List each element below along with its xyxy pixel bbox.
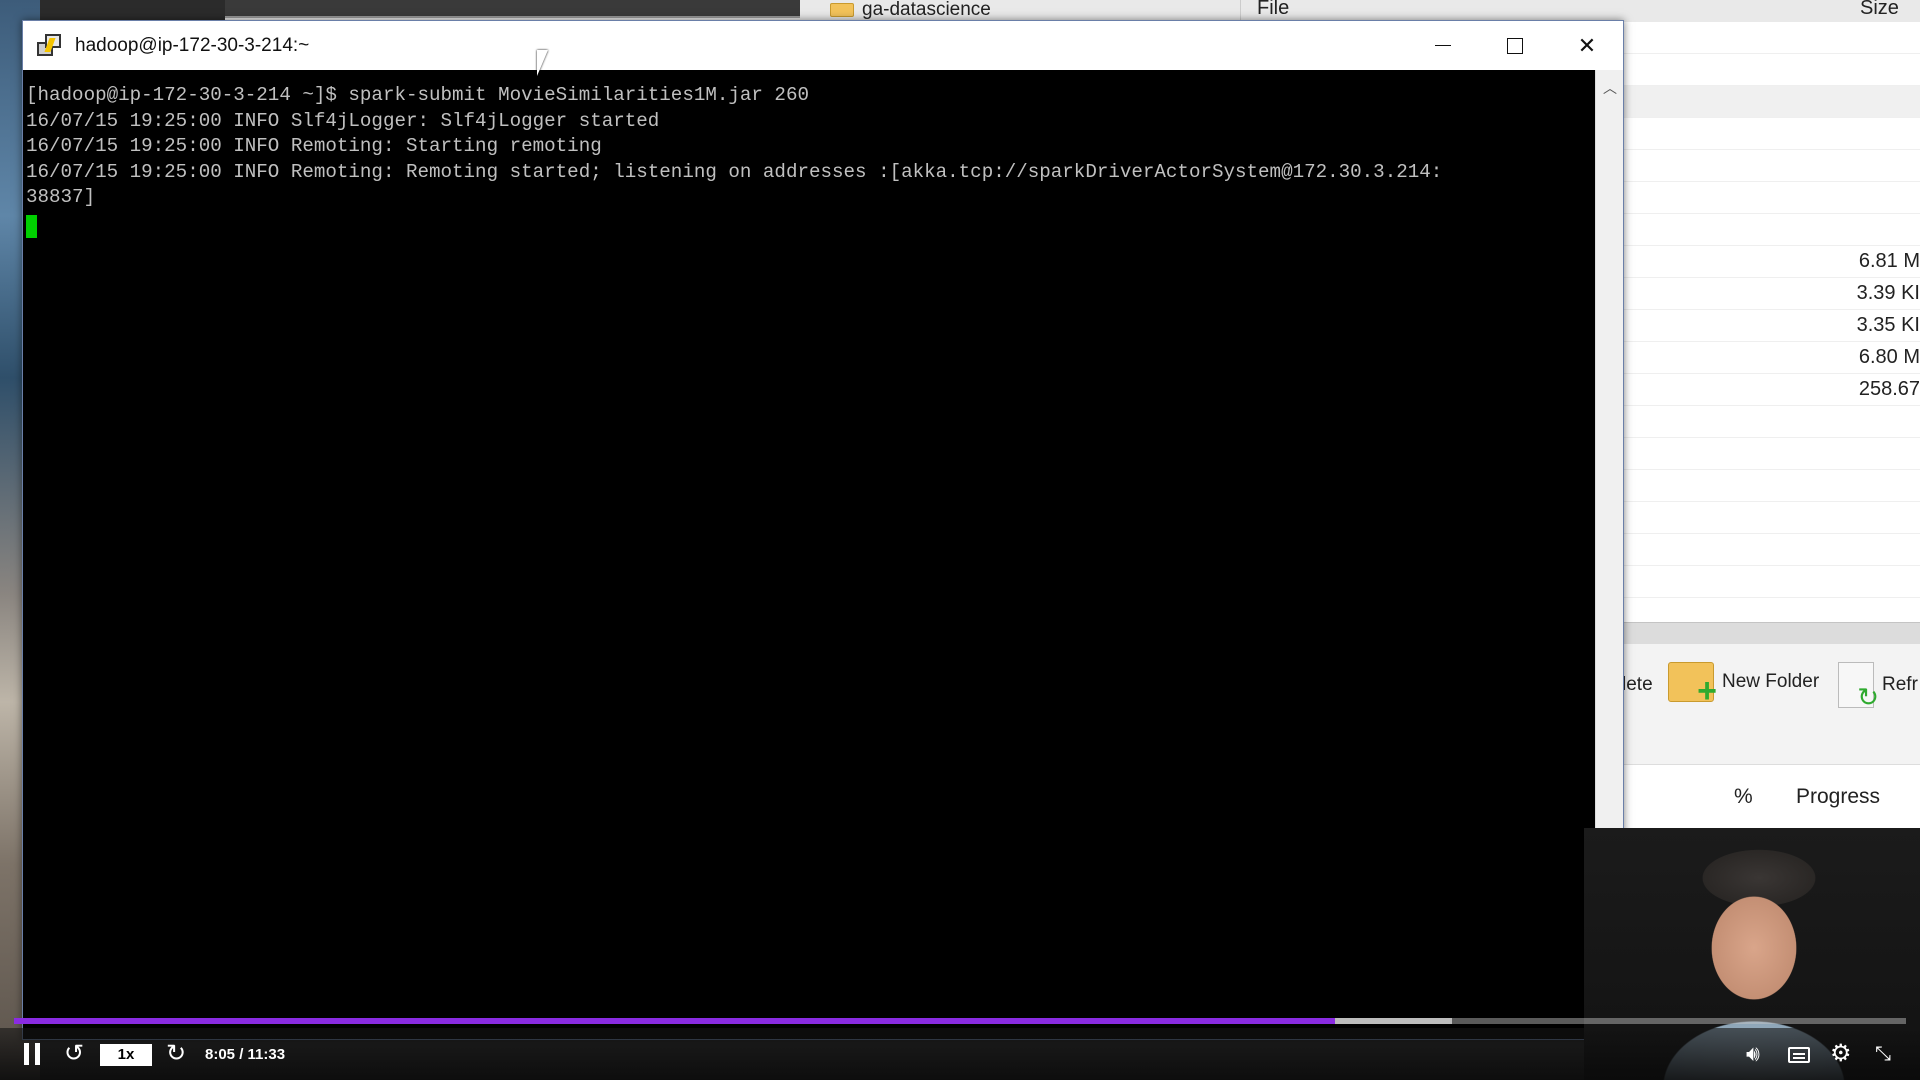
list-item[interactable] — [1620, 182, 1920, 214]
terminal-line: 16/07/15 19:25:00 INFO Remoting: Startin… — [26, 135, 602, 157]
video-progress-bar[interactable] — [14, 1018, 1906, 1024]
putty-window[interactable]: hadoop@ip-172-30-3-214:~ ✕ [hadoop@ip-17… — [22, 20, 1624, 1040]
file-column-header[interactable]: File — [1240, 0, 1660, 20]
file-size: 6.80 M — [1858, 346, 1920, 368]
list-item[interactable]: 6.81 M — [1620, 246, 1920, 278]
list-item[interactable] — [1620, 438, 1920, 470]
folder-label: ga-datascience — [862, 0, 991, 20]
queue-header: % Progress — [1620, 764, 1920, 830]
horizontal-scrollbar[interactable] — [1620, 622, 1920, 644]
progress-column-header[interactable]: Progress — [1796, 785, 1880, 809]
minimize-icon — [1435, 45, 1451, 46]
file-toolbar: lete New Folder Refr — [1620, 644, 1920, 764]
list-item[interactable] — [1620, 534, 1920, 566]
delete-label: lete — [1622, 674, 1653, 695]
mouse-pointer-icon — [537, 50, 548, 76]
captions-icon[interactable] — [1788, 1047, 1810, 1063]
terminal-line: 38837] — [26, 186, 96, 208]
list-item[interactable] — [1620, 150, 1920, 182]
terminal-line: 16/07/15 19:25:00 INFO Slf4jLogger: Slf4… — [26, 109, 660, 132]
folder-item[interactable]: ga-datascience — [830, 0, 991, 20]
list-item[interactable]: 3.39 KI — [1620, 278, 1920, 310]
list-item[interactable] — [1620, 22, 1920, 54]
list-item[interactable] — [1620, 118, 1920, 150]
list-item[interactable] — [1620, 54, 1920, 86]
rewind-icon[interactable]: ↺ — [64, 1039, 84, 1069]
folder-icon — [830, 3, 854, 17]
file-size: 6.81 M — [1858, 250, 1920, 272]
terminal-line: [hadoop@ip-172-30-3-214 ~]$ spark-submit… — [26, 84, 809, 106]
file-size: 258.67 — [1858, 378, 1920, 400]
refresh-button[interactable]: Refr — [1838, 662, 1918, 713]
playback-speed-button[interactable]: 1x — [100, 1044, 152, 1066]
list-item[interactable]: 6.80 M — [1620, 342, 1920, 374]
list-item[interactable] — [1620, 566, 1920, 598]
scroll-up-icon[interactable]: ︿ — [1596, 78, 1624, 98]
screen: ga-datascience File Size 6.81 M 3.39 KI … — [0, 0, 1920, 1080]
played-bar — [14, 1018, 1335, 1024]
file-size: 3.35 KI — [1856, 314, 1920, 336]
terminal-output[interactable]: [hadoop@ip-172-30-3-214 ~]$ spark-submit… — [23, 70, 1595, 990]
background-app-tab[interactable] — [225, 0, 800, 18]
new-folder-label: New Folder — [1722, 671, 1820, 692]
list-item[interactable]: 3.35 KI — [1620, 310, 1920, 342]
list-item[interactable]: 258.67 — [1620, 374, 1920, 406]
list-item[interactable] — [1620, 502, 1920, 534]
time-display: 8:05 / 11:33 — [205, 1046, 286, 1063]
file-list-panel: 6.81 M 3.39 KI 3.35 KI 6.80 M 258.67 — [1620, 22, 1920, 622]
size-column-header[interactable]: Size — [1860, 0, 1899, 18]
putty-icon[interactable] — [35, 32, 63, 60]
percent-column-header[interactable]: % — [1734, 785, 1753, 809]
player-controls: ↺ 1x ↻ 8:05 / 11:33 🔊︎ ⚙ ⤡ — [0, 1028, 1920, 1080]
file-size: 3.39 KI — [1856, 282, 1920, 304]
list-item[interactable] — [1620, 406, 1920, 438]
close-button[interactable]: ✕ — [1551, 21, 1623, 70]
list-item[interactable] — [1620, 86, 1920, 118]
gear-icon[interactable]: ⚙ — [1830, 1039, 1852, 1069]
refresh-label: Refr — [1882, 674, 1918, 695]
fullscreen-icon[interactable]: ⤡ — [1875, 1039, 1891, 1069]
refresh-icon — [1838, 662, 1879, 713]
volume-icon[interactable]: 🔊︎ — [1746, 1039, 1760, 1069]
delete-button[interactable]: lete — [1622, 674, 1653, 696]
forward-icon[interactable]: ↻ — [166, 1039, 186, 1069]
new-folder-button[interactable]: New Folder — [1668, 662, 1820, 711]
list-item[interactable] — [1620, 214, 1920, 246]
pause-icon[interactable] — [24, 1043, 40, 1065]
window-title: hadoop@ip-172-30-3-214:~ — [75, 34, 310, 56]
terminal-cursor-line — [26, 211, 1592, 238]
terminal-cursor — [26, 214, 37, 238]
minimize-button[interactable] — [1407, 21, 1479, 70]
maximize-button[interactable] — [1479, 21, 1551, 70]
maximize-icon — [1507, 37, 1523, 54]
list-item[interactable] — [1620, 470, 1920, 502]
close-icon: ✕ — [1577, 32, 1597, 58]
window-titlebar[interactable]: hadoop@ip-172-30-3-214:~ ✕ — [23, 21, 1623, 70]
new-folder-icon — [1668, 662, 1717, 711]
terminal-line: 16/07/15 19:25:00 INFO Remoting: Remotin… — [26, 160, 1443, 183]
